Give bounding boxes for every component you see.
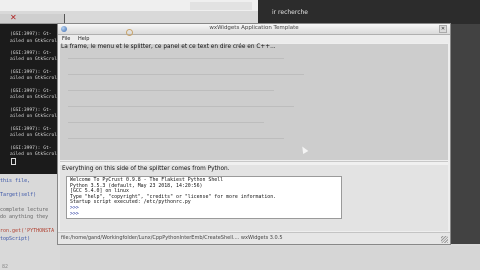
editor-bottom-panel: [60, 246, 480, 270]
terminal-window[interactable]: ✕ (GSI:3997): Gt-ailed on GtkScroll (GSI:…: [0, 14, 65, 174]
code-line: topScript): [0, 235, 31, 242]
panel-stripe: [68, 74, 304, 75]
terminal-line: ailed on GtkScroll: [10, 57, 60, 63]
search-bar[interactable]: ir recherche: [258, 0, 480, 24]
terminal-cursor: [11, 158, 16, 166]
terminal-titlebar: ✕: [0, 14, 64, 24]
wx-app-window: wxWidgets Application Template ✕ File He…: [57, 23, 451, 245]
code-line: this file,: [0, 178, 31, 184]
status-text: file:/home/gand/Workingfolder/Lunx/CppPy…: [61, 235, 283, 241]
close-icon[interactable]: ✕: [10, 14, 17, 22]
panel-stripe: [68, 138, 284, 139]
terminal-output: (GSI:3997): Gt-ailed on GtkScroll (GSI:39…: [0, 24, 64, 166]
code-line: complete lecture: [0, 206, 49, 213]
top-panel[interactable]: La frame, le menu et le splitter, ce pan…: [60, 44, 448, 160]
bottom-panel: Everything on this side of the splitter …: [60, 165, 448, 231]
terminal-line: ailed on GtkScroll: [10, 133, 60, 139]
search-placeholder: ir recherche: [272, 9, 308, 16]
window-titlebar[interactable]: wxWidgets Application Template ✕: [58, 24, 450, 35]
code-line: do anything they: [0, 213, 49, 220]
python-shell[interactable]: Welcome To PyCrust 0.9.8 - The Flakiest …: [66, 176, 342, 219]
terminal-prompt[interactable]: [10, 158, 64, 166]
status-bar: file:/home/gand/Workingfolder/Lunx/CppPy…: [58, 232, 450, 244]
code-line: ron.get('PYTHONSTA: [0, 228, 55, 235]
shell-line: >>>: [70, 210, 79, 217]
menu-bar: File Help: [58, 35, 450, 43]
panel-stripe: [68, 122, 264, 123]
menu-file[interactable]: File: [62, 36, 70, 42]
terminal-line: ailed on GtkScroll: [10, 38, 60, 44]
terminal-line: ailed on GtkScroll: [10, 114, 60, 120]
line-number: 82: [2, 264, 9, 270]
menu-help[interactable]: Help: [78, 36, 89, 42]
panel-stripe: [68, 106, 294, 107]
resize-grip-icon[interactable]: [441, 236, 448, 243]
panel-stripe: [68, 90, 274, 91]
top-panel-label: La frame, le menu et le splitter, ce pan…: [61, 44, 276, 50]
code-line: Target(self): [0, 192, 37, 199]
panel-stripe: [68, 58, 284, 59]
window-close-button[interactable]: ✕: [439, 25, 447, 33]
window-title: wxWidgets Application Template: [209, 25, 299, 31]
terminal-line: ailed on GtkScroll: [10, 95, 60, 101]
terminal-line: ailed on GtkScroll: [10, 76, 60, 82]
editor-code[interactable]: this file, Target(self) complete lecture do…: [0, 178, 60, 243]
editor-tab[interactable]: [190, 2, 252, 10]
desktop-ring-icon: [126, 29, 133, 36]
bottom-panel-label: Everything on this side of the splitter …: [62, 166, 230, 172]
terminal-line: ailed on GtkScroll: [10, 151, 60, 157]
